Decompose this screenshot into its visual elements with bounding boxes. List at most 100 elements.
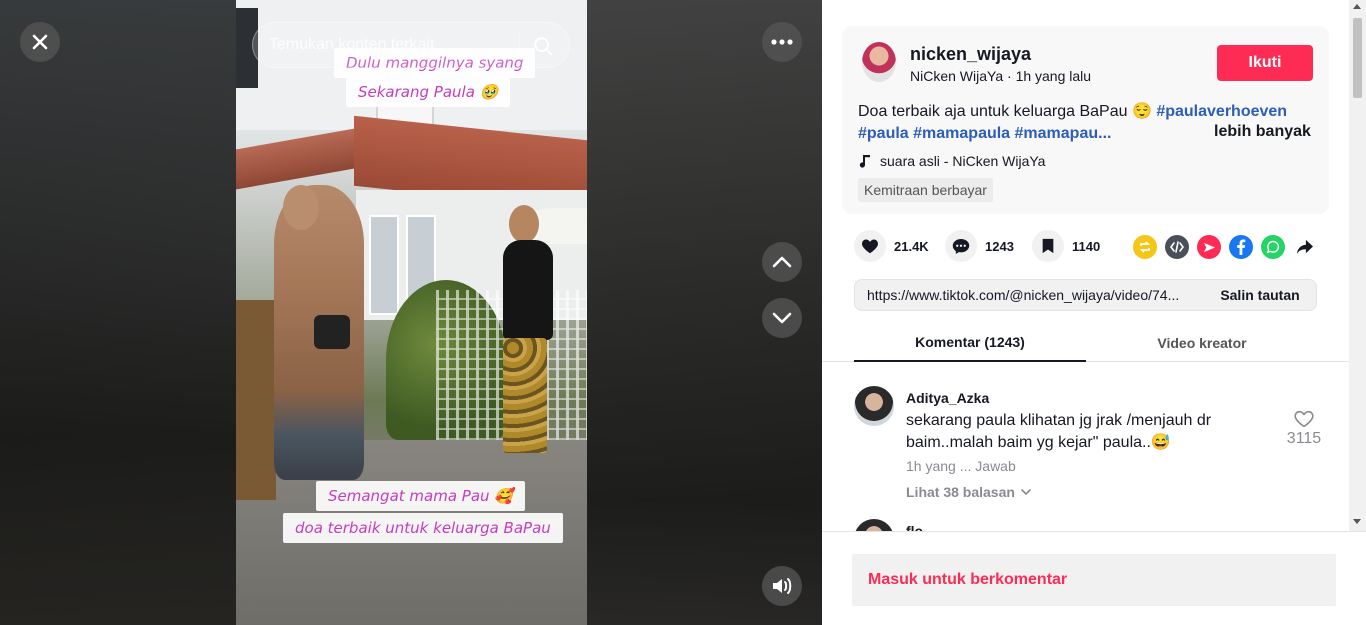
next-video-button[interactable] — [762, 298, 802, 338]
avatar[interactable] — [854, 519, 894, 531]
speaker-icon — [773, 578, 792, 594]
comments-tabs: Komentar (1243) Video kreator — [822, 324, 1349, 362]
related-search — [252, 22, 570, 68]
comment-meta: 1h yang ... Jawab — [906, 458, 1016, 474]
details-scroll-area[interactable]: nicken_wijaya NiCken WijaYa · 1h yang la… — [822, 0, 1349, 531]
person-man-legs — [503, 338, 547, 453]
hashtag-link[interactable]: #paula — [858, 125, 909, 142]
music-note-icon — [859, 155, 870, 168]
video-caption: doa terbaik untuk keluarga BaPau — [283, 513, 563, 543]
engagement-bar: 21.4K 1243 1140 — [854, 230, 1314, 262]
like-button[interactable]: 21.4K — [854, 230, 929, 262]
send-icon — [1203, 242, 1215, 252]
follow-button[interactable]: Ikuti — [1217, 45, 1313, 81]
facebook-icon — [1237, 239, 1246, 255]
paid-partnership-badge: Kemitraan berbayar — [858, 178, 993, 202]
comment-item: Aditya_Azka sekarang paula klihatan jg j… — [854, 386, 1324, 506]
chevron-down-icon — [772, 312, 792, 324]
tiktok-video-viewer: Dulu manggilnya syang Sekarang Paula 🥹 S… — [0, 0, 1366, 625]
video-info-card: nicken_wijaya NiCken WijaYa · 1h yang la… — [842, 26, 1329, 214]
save-count: 1140 — [1072, 238, 1101, 254]
avatar[interactable] — [862, 42, 896, 82]
share-arrow-icon — [1297, 239, 1313, 255]
details-panel: nicken_wijaya NiCken WijaYa · 1h yang la… — [822, 0, 1366, 625]
volume-button[interactable] — [762, 566, 802, 606]
separator-dot: · — [1003, 68, 1016, 84]
author-subline: NiCken WijaYa · 1h yang lalu — [910, 68, 1091, 84]
previous-video-button[interactable] — [762, 242, 802, 282]
comment-time: 1h yang ... — [906, 458, 972, 474]
close-icon — [32, 34, 48, 50]
login-to-comment-button[interactable]: Masuk untuk berkomentar — [852, 554, 1336, 606]
person-man — [503, 240, 553, 340]
heart-icon-wrap — [854, 230, 886, 262]
comment-text: sekarang paula klihatan jg jrak /menjauh… — [906, 412, 1212, 451]
heart-icon — [862, 239, 878, 254]
comment-icon — [952, 238, 970, 254]
roof — [236, 126, 366, 190]
video-caption: Semangat mama Pau 🥰 — [316, 481, 525, 511]
share-facebook-button[interactable] — [1229, 235, 1253, 259]
description-text: Doa terbaik aja untuk keluarga BaPau 😌 — [858, 103, 1157, 120]
chevron-down-icon — [1021, 489, 1031, 495]
repost-icon — [1139, 241, 1151, 253]
comment-count: 1243 — [985, 238, 1014, 254]
code-icon — [1170, 241, 1184, 253]
search-icon — [534, 37, 553, 56]
more-share-button[interactable] — [1293, 235, 1317, 259]
bookmark-icon-wrap — [1032, 230, 1064, 262]
close-button[interactable] — [20, 22, 60, 62]
comment-author[interactable]: Aditya_Azka — [906, 390, 989, 406]
blurred-backdrop-left — [0, 0, 236, 625]
copy-link-box: https://www.tiktok.com/@nicken_wijaya/vi… — [854, 279, 1317, 311]
see-more-link[interactable]: lebih banyak — [1214, 123, 1311, 141]
bookmark-icon — [1042, 238, 1054, 254]
author-username[interactable]: nicken_wijaya — [910, 44, 1031, 65]
music-title: suara asli - NiCken WijaYa — [880, 153, 1046, 169]
comment-item: flo — [854, 519, 1324, 531]
person-woman-head — [283, 185, 319, 230]
more-horizontal-icon — [771, 39, 793, 45]
music-link[interactable]: suara asli - NiCken WijaYa — [858, 153, 1045, 169]
reply-button[interactable]: Jawab — [975, 458, 1015, 474]
author-display-name: NiCken WijaYa — [910, 68, 1004, 84]
send-to-friends-button[interactable] — [1197, 235, 1221, 259]
tab-comments[interactable]: Komentar (1243) — [854, 324, 1086, 362]
scrollbar-thumb[interactable] — [1353, 18, 1362, 98]
view-replies-label: Lihat 38 balasan — [906, 484, 1015, 500]
comment-like-button[interactable]: 3115 — [1286, 410, 1322, 448]
video-link-text[interactable]: https://www.tiktok.com/@nicken_wijaya/vi… — [867, 287, 1203, 303]
hashtag-link[interactable]: #mamapau... — [1015, 125, 1112, 142]
scroll-down-arrow[interactable] — [1353, 519, 1361, 524]
embed-button[interactable] — [1165, 235, 1189, 259]
scrollbar[interactable] — [1349, 0, 1366, 531]
wooden-post — [236, 300, 276, 500]
comment-like-count: 3115 — [1286, 430, 1322, 447]
hashtag-link[interactable]: #mamapaula — [913, 125, 1010, 142]
share-whatsapp-button[interactable] — [1261, 235, 1285, 259]
whatsapp-icon — [1266, 240, 1280, 254]
video-caption: Sekarang Paula 🥹 — [346, 77, 511, 107]
search-divider — [519, 34, 520, 58]
more-options-button[interactable] — [762, 22, 802, 62]
avatar[interactable] — [854, 386, 894, 426]
tab-creator-videos[interactable]: Video kreator — [1086, 324, 1318, 362]
person-man-head — [509, 205, 539, 243]
hashtag-link[interactable]: #paulaverhoeven — [1156, 103, 1287, 120]
search-input[interactable] — [269, 23, 514, 67]
comment-button[interactable]: 1243 — [945, 230, 1014, 262]
view-replies-button[interactable]: Lihat 38 balasan — [906, 484, 1031, 500]
video-area: Dulu manggilnya syang Sekarang Paula 🥹 S… — [0, 0, 822, 625]
comment-author[interactable]: flo — [906, 523, 923, 531]
handbag — [314, 315, 350, 349]
copy-link-button[interactable]: Salin tautan — [1205, 280, 1315, 310]
heart-outline-icon — [1294, 410, 1314, 428]
search-button[interactable] — [523, 27, 563, 65]
comment-icon-wrap — [945, 230, 977, 262]
repost-button[interactable] — [1133, 235, 1157, 259]
comment-input-bar: Masuk untuk berkomentar — [822, 531, 1366, 625]
like-count: 21.4K — [894, 238, 929, 254]
save-button[interactable]: 1140 — [1032, 230, 1100, 262]
scroll-up-arrow[interactable] — [1353, 4, 1361, 9]
post-time: 1h yang lalu — [1015, 68, 1092, 84]
